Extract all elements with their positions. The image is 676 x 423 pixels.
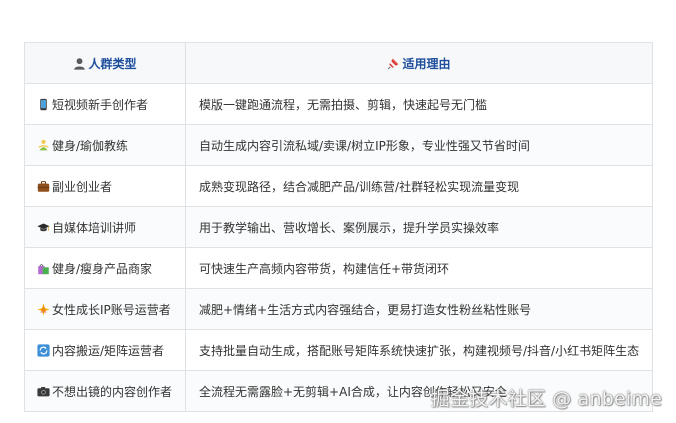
- reason-cell: 可快速生产高频内容带货，构建信任+带货闭环: [185, 247, 653, 289]
- audience-type-label: 健身/瘦身产品商家: [52, 261, 153, 276]
- person-yoga-icon: [38, 139, 49, 150]
- audience-type-cell: 内容搬运/矩阵运营者: [24, 329, 186, 371]
- reason-cell: 自动生成内容引流私域/卖课/树立IP形象，专业性强又节省时间: [185, 124, 653, 166]
- audience-type-cell: 女性成长IP账号运营者: [24, 288, 186, 330]
- camera-icon: [37, 386, 50, 396]
- table-row: 内容搬运/矩阵运营者 支持批量自动生成，搭配账号矩阵系统快速扩张，构建视频号/抖…: [24, 329, 653, 371]
- audience-type-cell: 健身/瑜伽教练: [24, 124, 186, 166]
- audience-table: 人群类型 适用理由 短视频新手创作者 模版一键跑通流程，无需拍摄、剪辑，快速起号…: [24, 42, 653, 412]
- reason-cell: 支持批量自动生成，搭配账号矩阵系统快速扩张，构建视频号/抖音/小红书矩阵生态: [185, 329, 653, 371]
- audience-type-cell: 副业创业者: [24, 165, 186, 207]
- table-row: 自媒体培训讲师 用于教学输出、营收增长、案例展示，提升学员实操效率: [24, 206, 653, 248]
- table-row: 健身/瑜伽教练 自动生成内容引流私域/卖课/树立IP形象，专业性强又节省时间: [24, 124, 653, 166]
- header-reason: 适用理由: [185, 42, 653, 84]
- bust-silhouette-icon: [74, 57, 86, 70]
- sparkle-star-icon: [37, 302, 50, 316]
- data-table-container: 人群类型 适用理由 短视频新手创作者 模版一键跑通流程，无需拍摄、剪辑，快速起号…: [24, 42, 653, 412]
- header-audience-type: 人群类型: [24, 42, 186, 84]
- audience-type-label: 短视频新手创作者: [52, 97, 149, 112]
- audience-type-label: 内容搬运/矩阵运营者: [52, 343, 165, 358]
- audience-type-label: 不想出镜的内容创作者: [52, 384, 173, 399]
- audience-type-label: 自媒体培训讲师: [52, 220, 137, 235]
- header-audience-type-label: 人群类型: [88, 56, 137, 71]
- reason-cell: 减肥+情绪+生活方式内容强结合，更易打造女性粉丝粘性账号: [185, 288, 653, 330]
- audience-type-cell: 不想出镜的内容创作者: [24, 370, 186, 412]
- reason-cell: 成熟变现路径，结合减肥产品/训练营/社群轻松实现流量变现: [185, 165, 653, 207]
- audience-type-label: 副业创业者: [52, 179, 113, 194]
- table-row: 健身/瘦身产品商家 可快速生产高频内容带货，构建信任+带货闭环: [24, 247, 653, 289]
- audience-type-label: 女性成长IP账号运营者: [52, 302, 171, 317]
- audience-type-cell: 健身/瘦身产品商家: [24, 247, 186, 289]
- mobile-phone-icon: [40, 98, 47, 110]
- watermark: 掘金技术社区 @ anbeime: [430, 388, 662, 410]
- refresh-arrows-icon: [37, 343, 50, 357]
- shopping-bags-icon: [38, 263, 49, 274]
- graduation-cap-icon: [37, 222, 50, 231]
- reason-cell: 模版一键跑通流程，无需拍摄、剪辑，快速起号无门槛: [185, 83, 653, 125]
- pushpin-icon: [388, 58, 399, 69]
- table-header-row: 人群类型 适用理由: [24, 42, 653, 84]
- briefcase-icon: [37, 180, 50, 192]
- audience-type-label: 健身/瑜伽教练: [52, 138, 129, 153]
- table-row: 短视频新手创作者 模版一键跑通流程，无需拍摄、剪辑，快速起号无门槛: [24, 83, 653, 125]
- table-row: 副业创业者 成熟变现路径，结合减肥产品/训练营/社群轻松实现流量变现: [24, 165, 653, 207]
- audience-type-cell: 短视频新手创作者: [24, 83, 186, 125]
- audience-type-cell: 自媒体培训讲师: [24, 206, 186, 248]
- header-reason-label: 适用理由: [402, 56, 451, 71]
- reason-cell: 用于教学输出、营收增长、案例展示，提升学员实操效率: [185, 206, 653, 248]
- table-row: 女性成长IP账号运营者 减肥+情绪+生活方式内容强结合，更易打造女性粉丝粘性账号: [24, 288, 653, 330]
